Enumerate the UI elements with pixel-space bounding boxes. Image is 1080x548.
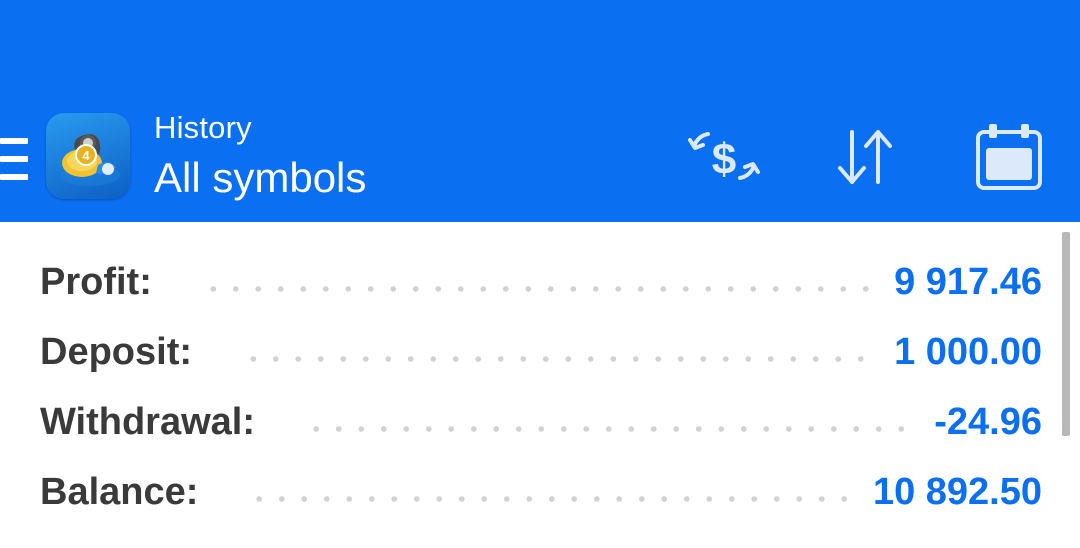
dotted-leader — [242, 356, 875, 362]
deposit-value: 1 000.00 — [894, 330, 1042, 373]
deposit-label: Deposit: — [40, 330, 192, 373]
summary-row-deposit: Deposit: 1 000.00 — [40, 328, 1042, 376]
page-title: History — [154, 110, 252, 145]
withdrawal-label: Withdrawal: — [40, 400, 255, 443]
symbol-filter-label[interactable]: All symbols — [154, 152, 366, 204]
app-bar: 4 History All symbols $ — [0, 0, 1080, 222]
profit-label: Profit: — [40, 260, 152, 303]
balance-label: Balance: — [40, 470, 199, 513]
period-button[interactable] — [972, 122, 1052, 194]
app-logo-icon[interactable]: 4 — [46, 113, 130, 199]
summary-row-withdrawal: Withdrawal: -24.96 — [40, 398, 1042, 446]
operations-filter-button[interactable]: $ — [684, 122, 764, 194]
dotted-leader — [201, 286, 875, 292]
currency-exchange-icon: $ — [688, 132, 760, 184]
sort-arrows-icon — [838, 130, 892, 184]
balance-value: 10 892.50 — [872, 470, 1042, 513]
summary-row-balance: Balance: 10 892.50 — [40, 468, 1042, 516]
hamburger-menu-icon[interactable] — [0, 138, 28, 180]
calendar-icon — [976, 124, 1042, 190]
scrollbar[interactable] — [1062, 232, 1070, 436]
profit-value: 9 917.46 — [894, 260, 1042, 303]
summary-row-profit: Profit: 9 917.46 — [40, 258, 1042, 306]
sort-button[interactable] — [826, 122, 906, 194]
dotted-leader — [248, 496, 853, 502]
withdrawal-value: -24.96 — [934, 400, 1042, 443]
svg-text:4: 4 — [82, 148, 90, 163]
svg-text:$: $ — [712, 135, 736, 184]
dotted-leader — [305, 426, 915, 432]
title-block: History All symbols — [154, 108, 366, 204]
